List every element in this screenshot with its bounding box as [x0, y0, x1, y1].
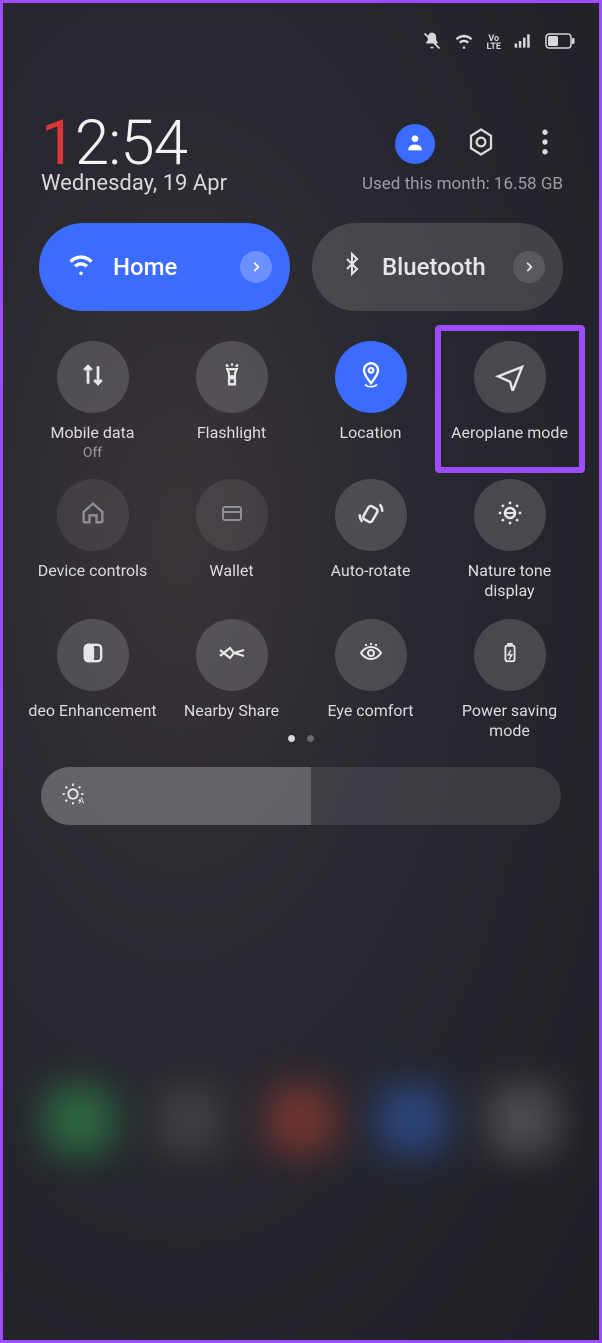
tile-power-saving-button[interactable] [474, 619, 546, 691]
chevron-right-icon[interactable] [513, 251, 545, 283]
flashlight-icon [218, 360, 246, 394]
tile-label: Aeroplane mode [451, 423, 568, 443]
tile-label: Nearby Share [184, 701, 279, 721]
brightness-auto-icon: A [59, 780, 87, 812]
battery-bolt-icon [499, 637, 521, 673]
tile-location: Location [301, 333, 440, 465]
page-dot-inactive [307, 735, 314, 742]
more-vert-icon [541, 129, 549, 159]
date-row: Wednesday, 19 Apr Used this month: 16.58… [41, 171, 563, 196]
tile-mobile-data-button[interactable] [57, 341, 129, 413]
tile-label: Flashlight [197, 423, 266, 443]
blurred-dock [3, 1060, 599, 1180]
tile-label: Device controls [38, 561, 147, 581]
wifi-icon [67, 250, 95, 284]
tile-auto-rotate: Auto-rotate [301, 471, 440, 605]
gear-icon [466, 127, 496, 161]
airplane-icon [494, 359, 526, 395]
tile-eye-comfort-button[interactable] [335, 619, 407, 691]
brightness-slider[interactable]: A [41, 767, 561, 825]
tile-wallet-button[interactable] [196, 479, 268, 551]
tile-mobile-data: Mobile data Off [23, 333, 162, 465]
wifi-label: Home [113, 253, 177, 281]
tile-label: Wallet [209, 561, 253, 581]
tile-aeroplane-mode: Aeroplane mode [440, 333, 579, 465]
signal-icon [513, 31, 533, 55]
page-dot-active [288, 735, 295, 742]
tile-wallet: Wallet [162, 471, 301, 605]
volte-icon: VoLTE [486, 35, 501, 51]
tile-location-button[interactable] [335, 341, 407, 413]
wifi-icon [454, 31, 474, 55]
tile-nearby-share-button[interactable] [196, 619, 268, 691]
tile-video-enhancement-button[interactable] [57, 619, 129, 691]
settings-button[interactable] [463, 126, 499, 162]
tile-nature-tone-button[interactable] [474, 479, 546, 551]
tile-label: deo Enhancement [28, 701, 156, 721]
tile-flashlight-button[interactable] [196, 341, 268, 413]
tile-label: Mobile data [51, 423, 135, 443]
user-profile-button[interactable] [395, 124, 435, 164]
page-indicator[interactable] [3, 735, 599, 742]
data-usage[interactable]: Used this month: 16.58 GB [362, 174, 563, 194]
tile-sub: Off [83, 445, 102, 461]
date-text: Wednesday, 19 Apr [41, 171, 227, 196]
sun-tone-icon [495, 498, 525, 532]
eye-icon [355, 641, 387, 669]
wallet-icon [218, 501, 246, 529]
tile-label: Location [340, 423, 402, 443]
brightness-fill: A [41, 767, 311, 825]
square-half-icon [79, 639, 107, 671]
mute-icon [422, 31, 442, 55]
nearby-share-icon [217, 643, 247, 667]
bluetooth-icon [340, 250, 364, 284]
tile-device-controls: Device controls [23, 471, 162, 605]
status-bar: VoLTE [3, 3, 599, 63]
tile-device-controls-button[interactable] [57, 479, 129, 551]
tile-flashlight: Flashlight [162, 333, 301, 465]
arrows-up-down-icon [78, 360, 108, 394]
tile-label: Nature tone display [445, 561, 575, 601]
tile-label: Eye comfort [327, 701, 413, 721]
person-icon [405, 132, 425, 156]
quick-pill-row: Home Bluetooth [39, 223, 563, 311]
battery-icon [545, 33, 575, 53]
tile-power-saving: Power saving mode [440, 611, 579, 745]
tile-nature-tone: Nature tone display [440, 471, 579, 605]
chevron-right-icon[interactable] [240, 251, 272, 283]
clock-row: 12:54 [41, 107, 563, 180]
location-icon [357, 360, 385, 394]
tile-label: Auto-rotate [331, 561, 411, 581]
clock-minute: 2:54 [75, 107, 187, 180]
more-options-button[interactable] [527, 126, 563, 162]
clock-hour: 1 [41, 107, 75, 180]
quick-settings-grid: Mobile data Off Flashlight Location Aero… [23, 333, 579, 745]
rotate-icon [356, 498, 386, 532]
tile-nearby-share: Nearby Share [162, 611, 301, 745]
tile-aeroplane-mode-button[interactable] [474, 341, 546, 413]
tile-eye-comfort: Eye comfort [301, 611, 440, 745]
bluetooth-label: Bluetooth [382, 253, 486, 281]
svg-text:A: A [79, 795, 85, 805]
clock: 12:54 [41, 107, 187, 180]
tile-auto-rotate-button[interactable] [335, 479, 407, 551]
wifi-pill[interactable]: Home [39, 223, 290, 311]
bluetooth-pill[interactable]: Bluetooth [312, 223, 563, 311]
tile-video-enhancement: deo Enhancement [23, 611, 162, 745]
home-icon [79, 499, 107, 531]
